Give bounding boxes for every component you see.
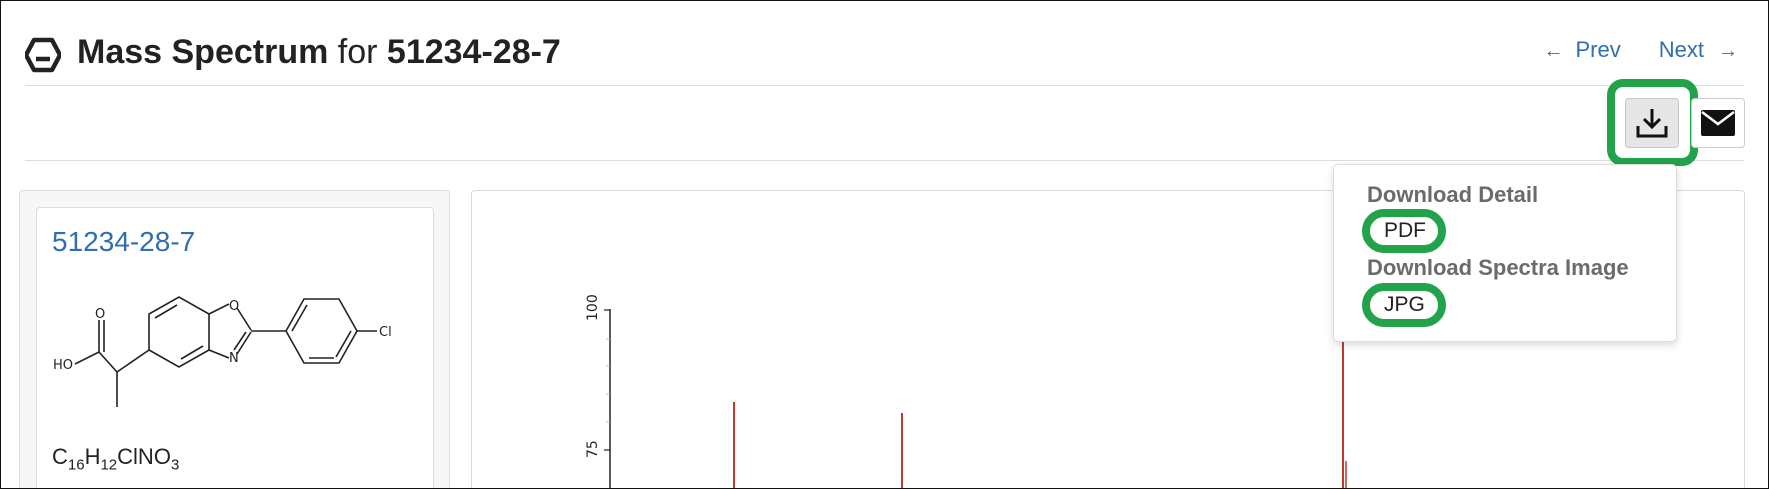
hexagon-logo-icon [25, 37, 61, 73]
chemical-structure: O HO O N Cl [53, 296, 392, 407]
atom-label: O [229, 299, 239, 314]
toolbar-divider [25, 160, 1744, 161]
atom-label: HO [53, 358, 73, 373]
download-detail-heading: Download Detail [1367, 182, 1539, 207]
compound-panel: 51234-28-7 O HO O N Cl C16H12ClNO3 [19, 190, 450, 488]
page-header: Mass Spectrum for 51234-28-7 ← Prev Next → [25, 29, 1744, 79]
arrow-right-icon: → [1718, 40, 1738, 62]
atom-label: Cl [379, 325, 392, 340]
molecular-formula: C16H12ClNO3 [52, 444, 180, 474]
header-divider [25, 85, 1744, 86]
arrow-left-icon: ← [1543, 40, 1564, 62]
title-cas: 51234-28-7 [386, 33, 561, 71]
download-dropdown-menu: Download Detail PDF Download Spectra Ima… [1333, 164, 1677, 342]
atom-label: O [95, 307, 105, 322]
pager: ← Prev Next → [1544, 37, 1739, 63]
title-prefix: Mass Spectrum [77, 33, 329, 71]
prev-link[interactable]: ← Prev [1544, 37, 1621, 62]
page-frame: Mass Spectrum for 51234-28-7 ← Prev Next → … [0, 0, 1769, 489]
y-tick-label: 100 [585, 294, 601, 321]
download-pdf-item[interactable]: PDF [1362, 209, 1446, 253]
download-icon [1636, 109, 1668, 138]
title-for: for [337, 33, 378, 71]
next-label: Next [1658, 37, 1704, 62]
download-jpg-item[interactable]: JPG [1362, 283, 1446, 327]
compound-card: 51234-28-7 O HO O N Cl C16H12ClNO3 [36, 207, 434, 488]
y-tick-label: 75 [585, 440, 601, 458]
next-link[interactable]: Next → [1659, 37, 1738, 62]
email-button[interactable] [1691, 98, 1745, 148]
download-button[interactable] [1625, 98, 1679, 148]
prev-label: Prev [1575, 37, 1621, 62]
download-image-heading: Download Spectra Image [1367, 255, 1629, 280]
page-title: Mass Spectrum for 51234-28-7 [77, 33, 561, 72]
atom-label: N [229, 351, 239, 366]
envelope-icon [1701, 110, 1735, 136]
cas-number-link[interactable]: 51234-28-7 [52, 226, 195, 258]
